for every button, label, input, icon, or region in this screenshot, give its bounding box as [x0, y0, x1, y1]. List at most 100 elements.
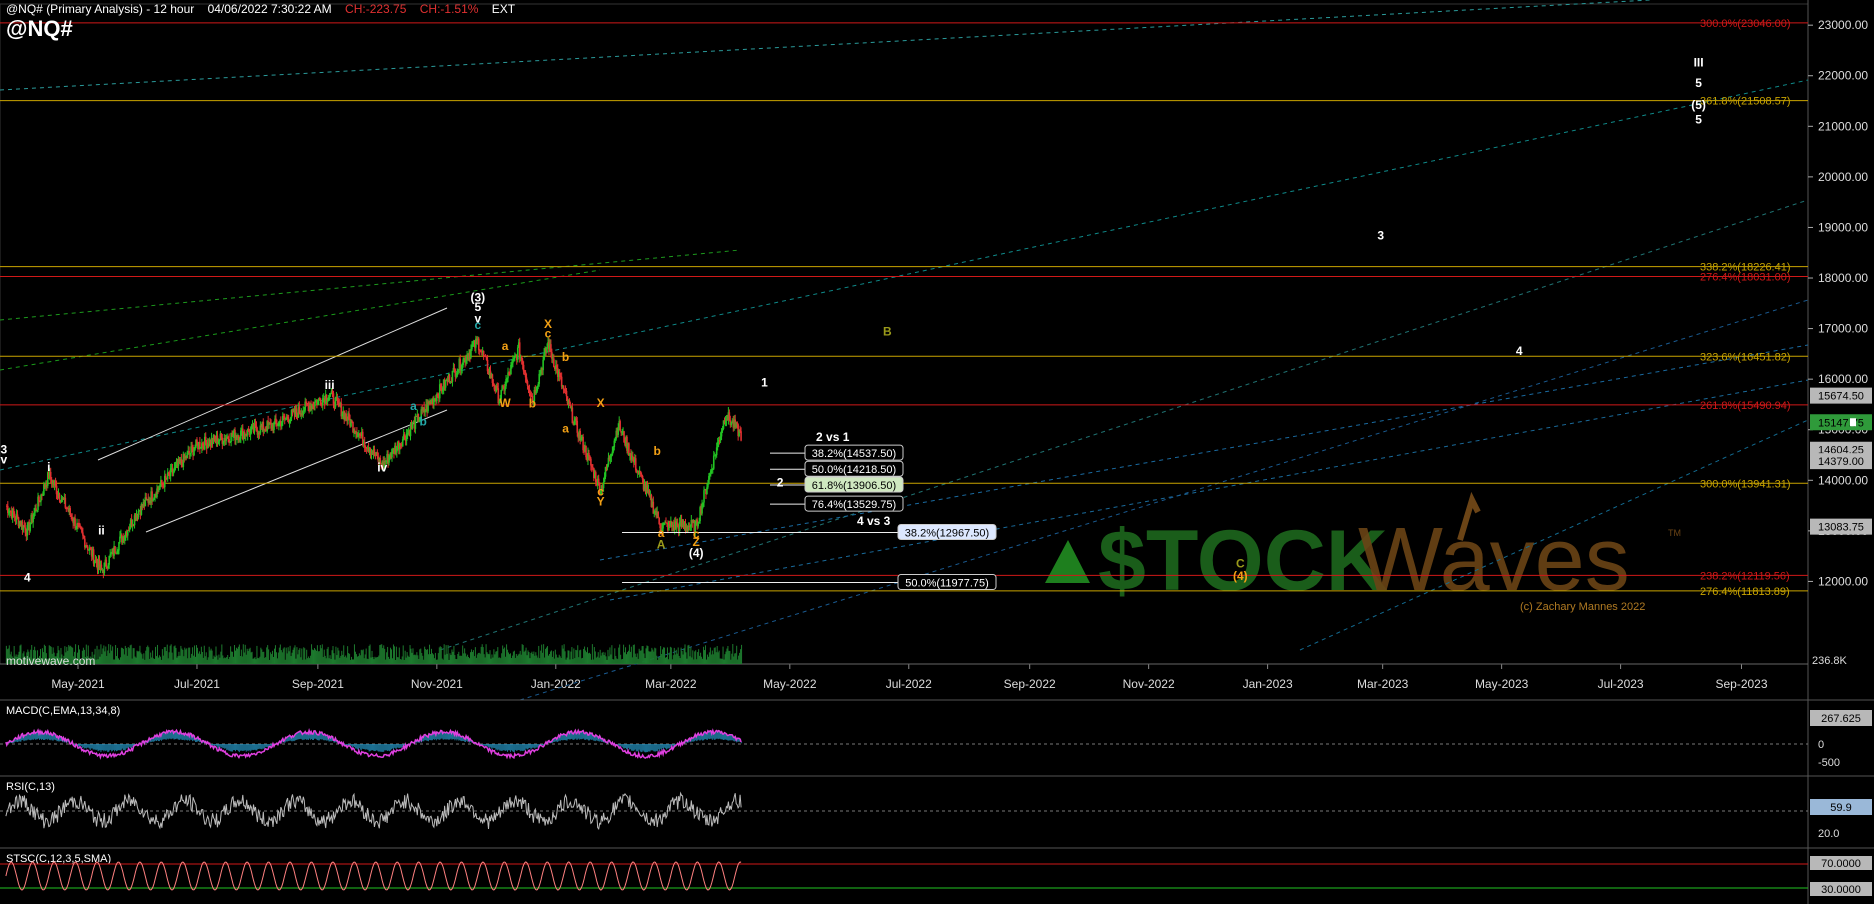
volume-bar	[722, 646, 724, 664]
candle-body	[707, 484, 709, 488]
volume-bar	[390, 647, 392, 664]
wave-label: 5	[1695, 112, 1702, 126]
macd-histogram-bar	[262, 744, 264, 749]
volume-bar	[452, 651, 454, 664]
macd-tick-label: -500	[1818, 757, 1840, 769]
volume-bar	[129, 645, 131, 664]
volume-bar	[487, 653, 489, 664]
macd-histogram-bar	[380, 744, 382, 752]
macd-histogram-bar	[212, 744, 214, 746]
volume-bar	[244, 644, 246, 664]
y-tick-label: 17000.00	[1818, 322, 1868, 336]
macd-histogram-bar	[114, 744, 116, 752]
y-tick-label: 18000.00	[1818, 271, 1868, 285]
volume-bar	[476, 654, 478, 664]
macd-histogram-bar	[91, 744, 93, 749]
wave-label: 1	[761, 376, 768, 390]
macd-histogram-bar	[375, 744, 377, 751]
y-tick-label: 23000.00	[1818, 18, 1868, 32]
candle-body	[542, 359, 544, 371]
macd-histogram-bar	[358, 744, 360, 748]
macd-histogram-bar	[240, 744, 242, 751]
volume-bar	[368, 645, 370, 664]
wave-label: A	[657, 538, 666, 552]
volume-bar	[416, 652, 418, 664]
volume-bar	[542, 652, 544, 664]
macd-histogram-bar	[666, 744, 668, 749]
macd-histogram-bar	[362, 744, 364, 750]
volume-bar	[278, 647, 280, 664]
volume-bar	[483, 654, 485, 664]
macd-histogram-bar	[510, 744, 512, 751]
volume-bar	[315, 650, 317, 664]
macd-histogram-bar	[353, 744, 355, 748]
y-tick-label: 20000.00	[1818, 170, 1868, 184]
volume-bar	[375, 657, 377, 664]
volume-bar	[580, 649, 582, 664]
macd-histogram-bar	[490, 744, 492, 748]
volume-bar	[528, 652, 530, 664]
volume-bar	[693, 659, 695, 664]
volume-bar	[703, 646, 705, 664]
macd-histogram-bar	[238, 744, 240, 753]
fib-label: 276.4%(11813.89)	[1700, 586, 1790, 598]
y-tick-label: 19000.00	[1818, 220, 1868, 234]
macd-histogram-bar	[373, 744, 375, 752]
volume-bar	[500, 658, 502, 664]
volume-bar	[531, 651, 533, 664]
volume-bar	[333, 653, 335, 664]
price-chart[interactable]: May-2021 Jul-2021 Sep-2021 Nov-2021 Jan-2022…	[0, 0, 1874, 904]
volume-bar	[342, 654, 344, 664]
volume-bar	[543, 644, 545, 664]
macd-histogram-bar	[37, 732, 39, 740]
macd-histogram-bar	[354, 744, 356, 749]
volume-bar	[173, 646, 175, 664]
volume-bar	[694, 651, 696, 664]
candle-body	[29, 524, 32, 531]
macd-histogram-bar	[384, 744, 386, 751]
wave-label: b	[654, 444, 661, 458]
macd-histogram-bar	[241, 744, 243, 751]
macd-histogram-bar	[485, 744, 487, 746]
volume-bar	[256, 645, 258, 664]
volume-bar	[273, 648, 275, 664]
volume-bar	[524, 650, 526, 664]
volume-bar	[336, 655, 338, 664]
macd-histogram-bar	[86, 744, 88, 748]
volume-bar	[570, 651, 572, 664]
macd-histogram-bar	[665, 744, 667, 749]
macd-histogram-bar	[720, 732, 722, 740]
macd-histogram-bar	[395, 744, 397, 749]
volume-bar	[605, 656, 607, 664]
wave-label: X	[597, 396, 605, 410]
macd-histogram-bar	[36, 732, 38, 740]
session-label: EXT	[491, 2, 516, 16]
volume-bar	[628, 644, 630, 664]
volume-bar	[167, 658, 169, 664]
y-tick-label: 22000.00	[1818, 69, 1868, 83]
volume-bar	[661, 654, 663, 664]
macd-histogram-bar	[505, 744, 507, 751]
volume-bar	[216, 655, 218, 664]
macd-histogram-bar	[313, 734, 315, 741]
price-tag-label: 15674.50	[1818, 391, 1864, 403]
macd-histogram-bar	[658, 744, 660, 750]
macd-histogram-bar	[648, 744, 650, 752]
macd-histogram-bar	[399, 744, 401, 748]
candle-body	[451, 370, 454, 382]
macd-histogram-bar	[728, 735, 730, 741]
volume-bar	[558, 654, 560, 664]
volume-bar	[395, 646, 397, 664]
volume-bar	[559, 656, 561, 664]
volume-bar	[358, 653, 360, 664]
volume-bar	[732, 644, 734, 664]
volume-bar	[347, 646, 349, 664]
volume-bar	[354, 651, 356, 664]
volume-bar	[665, 657, 667, 664]
macd-histogram-bar	[542, 744, 544, 746]
volume-bar	[152, 650, 154, 664]
volume-bar	[446, 653, 448, 664]
volume-bar	[618, 647, 620, 664]
macd-histogram-bar	[507, 744, 509, 752]
volume-bar	[382, 648, 384, 664]
